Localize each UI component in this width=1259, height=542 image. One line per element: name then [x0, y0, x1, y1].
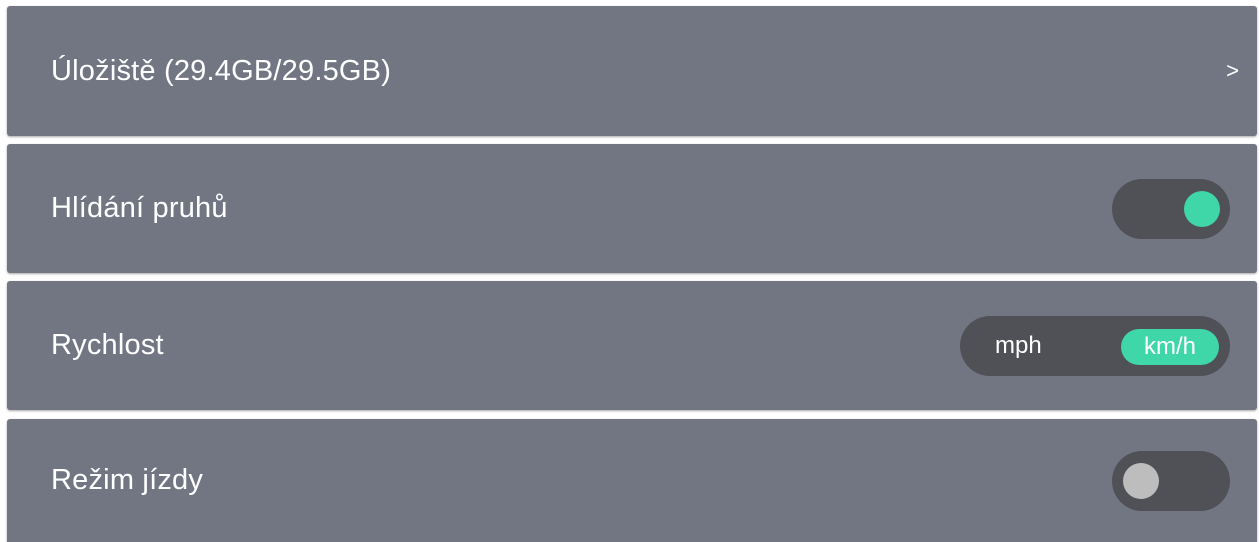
- chevron-right-icon: >: [1226, 58, 1239, 83]
- storage-row[interactable]: Úložiště (29.4GB/29.5GB) >: [7, 6, 1257, 136]
- speed-unit-option-mph[interactable]: mph: [995, 316, 1042, 376]
- speed-unit-label: Rychlost: [51, 329, 164, 361]
- lane-assist-toggle[interactable]: [1112, 178, 1230, 239]
- toggle-knob: [1123, 462, 1159, 499]
- settings-list: Úložiště (29.4GB/29.5GB) > Hlídání pruhů…: [0, 0, 1259, 542]
- speed-unit-row: Rychlost mph km/h: [7, 281, 1257, 410]
- speed-unit-option-kmh[interactable]: km/h: [1121, 328, 1219, 365]
- driving-mode-row: Režim jízdy: [7, 419, 1257, 542]
- storage-label: Úložiště (29.4GB/29.5GB): [51, 54, 392, 87]
- lane-assist-label: Hlídání pruhů: [51, 192, 228, 224]
- speed-unit-selector: mph km/h: [960, 315, 1230, 376]
- driving-mode-toggle[interactable]: [1112, 450, 1230, 511]
- lane-assist-row: Hlídání pruhů: [7, 144, 1257, 273]
- toggle-knob: [1184, 190, 1220, 227]
- driving-mode-label: Režim jízdy: [51, 464, 204, 496]
